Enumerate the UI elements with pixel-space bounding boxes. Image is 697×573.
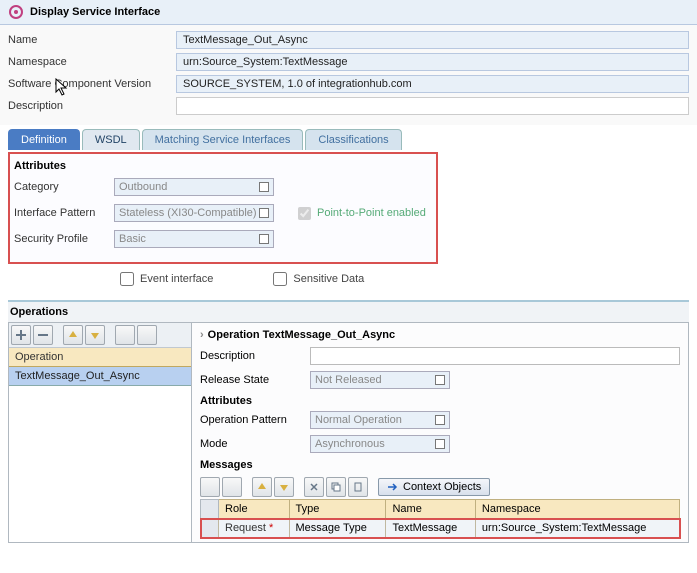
label-namespace: Namespace — [8, 56, 176, 68]
checkbox-p2p-input[interactable] — [298, 207, 311, 220]
delete-button[interactable] — [33, 325, 53, 345]
add-button[interactable] — [11, 325, 31, 345]
label-description: Description — [8, 100, 176, 112]
operations-list-panel: Operation TextMessage_Out_Async — [8, 322, 192, 543]
copy-button[interactable] — [326, 477, 346, 497]
select-category[interactable]: Outbound — [114, 178, 274, 196]
msg-delete-button[interactable] — [222, 477, 242, 497]
attributes-title: Attributes — [14, 160, 432, 172]
checkbox-p2p[interactable]: Point-to-Point enabled — [298, 207, 426, 220]
value-namespace: urn:Source_System:TextMessage — [176, 53, 689, 71]
label-name: Name — [8, 34, 176, 46]
chevron-down-icon — [259, 182, 269, 192]
select-mode[interactable]: Asynchronous — [310, 435, 450, 453]
page-title: Display Service Interface — [30, 6, 160, 18]
operations-title: Operations — [8, 302, 689, 322]
label-mode: Mode — [200, 438, 310, 450]
table-row[interactable]: Request * Message Type TextMessage urn:S… — [201, 519, 680, 538]
select-interface-pattern[interactable]: Stateless (XI30-Compatible) — [114, 204, 274, 222]
service-interface-icon — [8, 4, 24, 20]
attributes-panel: Attributes Category Outbound Interface P… — [8, 152, 438, 264]
col-namespace: Namespace — [475, 500, 679, 519]
tab-classifications[interactable]: Classifications — [305, 129, 401, 150]
context-objects-button[interactable]: Context Objects — [378, 478, 490, 496]
tab-matching[interactable]: Matching Service Interfaces — [142, 129, 304, 150]
toolbar-extra-1[interactable] — [115, 325, 135, 345]
label-security-profile: Security Profile — [14, 233, 114, 245]
operation-detail-title: Operation TextMessage_Out_Async — [208, 329, 395, 341]
op-attributes-title: Attributes — [200, 395, 680, 407]
col-name: Name — [386, 500, 475, 519]
select-release-state[interactable]: Not Released — [310, 371, 450, 389]
msg-up-button[interactable] — [252, 477, 272, 497]
value-scv: SOURCE_SYSTEM, 1.0 of integrationhub.com — [176, 75, 689, 93]
label-release-state: Release State — [200, 374, 310, 386]
move-up-button[interactable] — [63, 325, 83, 345]
operation-detail-panel: › Operation TextMessage_Out_Async Descri… — [192, 322, 689, 543]
operation-list-item[interactable]: TextMessage_Out_Async — [9, 367, 191, 386]
messages-table: Role Type Name Namespace Request * Messa… — [200, 499, 680, 538]
row-selector-header — [201, 500, 219, 519]
checkbox-event-interface[interactable]: Event interface — [120, 272, 213, 286]
operations-column-header: Operation — [9, 348, 191, 367]
col-type: Type — [289, 500, 386, 519]
value-description — [176, 97, 689, 115]
expand-icon[interactable]: › — [200, 329, 204, 341]
tab-definition[interactable]: Definition — [8, 129, 80, 150]
input-op-description[interactable] — [310, 347, 680, 365]
cut-button[interactable] — [304, 477, 324, 497]
checkbox-sensitive-data[interactable]: Sensitive Data — [273, 272, 364, 286]
select-op-pattern[interactable]: Normal Operation — [310, 411, 450, 429]
toolbar-extra-2[interactable] — [137, 325, 157, 345]
select-security-profile[interactable]: Basic — [114, 230, 274, 248]
msg-down-button[interactable] — [274, 477, 294, 497]
label-op-description: Description — [200, 350, 310, 362]
messages-title: Messages — [200, 459, 680, 471]
tab-wsdl[interactable]: WSDL — [82, 129, 140, 150]
label-op-pattern: Operation Pattern — [200, 414, 310, 426]
paste-button[interactable] — [348, 477, 368, 497]
chevron-down-icon — [435, 415, 445, 425]
msg-add-button[interactable] — [200, 477, 220, 497]
label-category: Category — [14, 181, 114, 193]
value-name: TextMessage_Out_Async — [176, 31, 689, 49]
label-interface-pattern: Interface Pattern — [14, 207, 114, 219]
arrow-right-icon — [387, 482, 399, 492]
chevron-down-icon — [435, 375, 445, 385]
col-role: Role — [219, 500, 290, 519]
row-selector[interactable] — [201, 519, 219, 538]
chevron-down-icon — [259, 234, 269, 244]
chevron-down-icon — [259, 208, 269, 218]
move-down-button[interactable] — [85, 325, 105, 345]
label-scv: Software Component Version — [8, 78, 176, 90]
chevron-down-icon — [435, 439, 445, 449]
